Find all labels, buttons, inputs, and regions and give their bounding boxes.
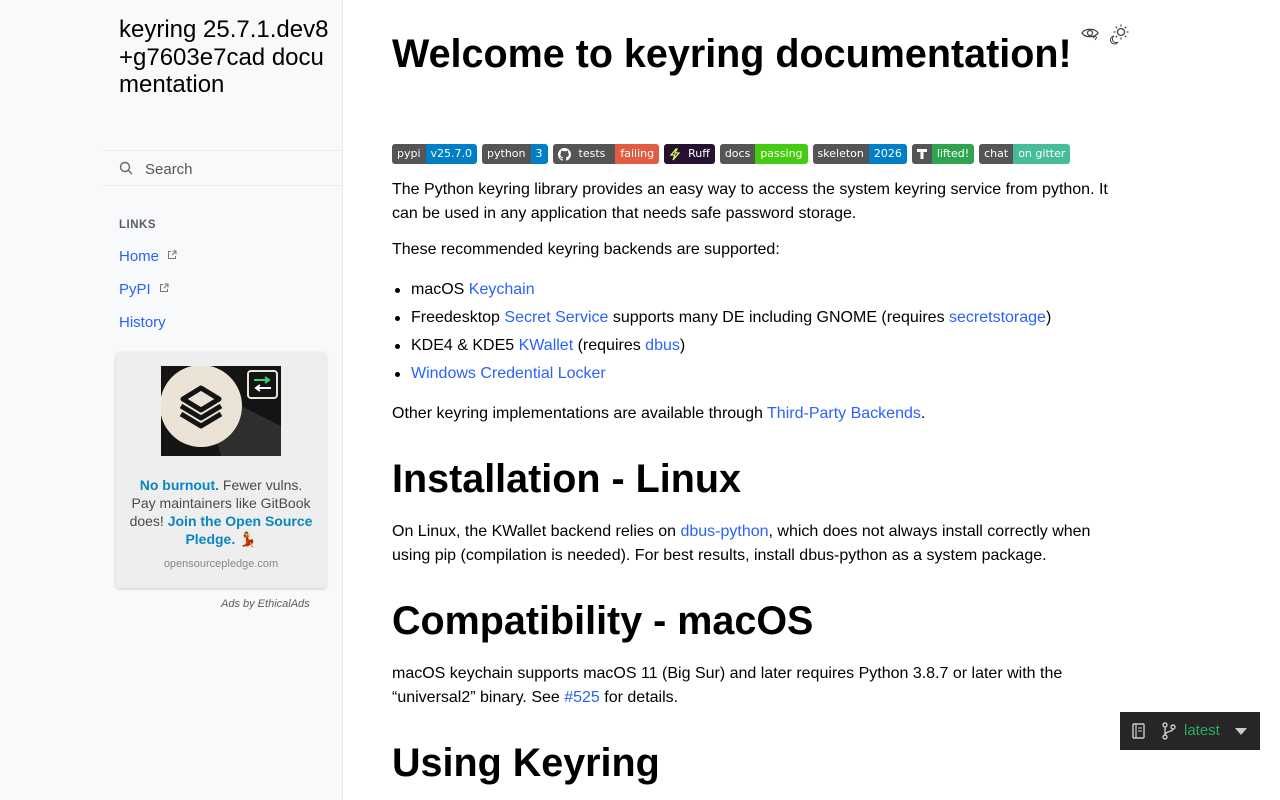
sidebar: keyring 25.7.1.dev8+g7603e7cad documenta… [0,0,343,800]
pypi-version-badge[interactable]: pypi v25.7.0 [392,144,478,164]
badge-label: docs [719,144,756,164]
list-text: supports many DE including GNOME (requir… [608,309,950,326]
sidebar-item-label: Home [119,248,160,265]
badge-label: chat [979,144,1014,164]
search-icon [119,161,133,175]
search-box[interactable] [103,150,343,187]
third-party-backends-link[interactable]: Third-Party Backends [767,405,921,422]
version-label[interactable]: latest [1184,722,1220,739]
heading-compatibility-macos: Compatibility - macOS [392,599,814,643]
badge-value: 3 [530,144,548,164]
badge-label-wrap [911,144,932,164]
secret-service-link[interactable]: Secret Service [504,309,608,326]
docs-status-badge[interactable]: docs passing [719,144,808,164]
tidelift-icon [916,149,927,159]
tidelift-badge[interactable]: lifted! [911,144,975,164]
ad-bold-lead[interactable]: No burnout. [140,477,219,493]
page-title: Welcome to keyring documentation! [392,32,1072,76]
badge-value: 2026 [868,144,907,164]
caret-down-icon[interactable] [1235,728,1247,735]
rtd-version-flyout[interactable]: latest [1120,712,1260,750]
ad-text[interactable]: No burnout. Fewer vulns. Pay maintainers… [128,476,314,548]
github-icon [557,147,571,161]
other-backends-paragraph: Other keyring implementations are availa… [392,402,1117,426]
badge-value: failing [615,144,660,164]
badge-label: pypi [392,144,426,164]
list-item: KDE4 & KDE5 KWallet (requires dbus) [392,332,1051,360]
heading-using-keyring: Using Keyring [392,741,660,785]
badge-label: tests [578,147,606,160]
ads-by-ethicalads-link[interactable]: Ads by EthicalAds [221,598,310,610]
paragraph-text: On Linux, the KWallet backend relies on [392,523,681,540]
intro-paragraph: The Python keyring library provides an e… [392,181,1108,222]
sidebar-item-history[interactable]: History [119,314,166,331]
tests-status-badge[interactable]: tests failing [552,144,660,164]
sidebar-item-label: History [119,314,166,331]
list-item: macOS Keychain [392,276,1051,304]
list-item: Freedesktop Secret Service supports many… [392,304,1051,332]
paragraph-text: Other keyring implementations are availa… [392,405,768,422]
badge-value: v25.7.0 [425,144,478,164]
external-link-icon [168,250,177,259]
install-paragraph: On Linux, the KWallet backend relies on … [392,520,1117,568]
keychain-link[interactable]: Keychain [469,281,535,298]
paragraph-text: for details. [599,689,679,706]
badge-label-wrap [664,144,684,164]
ad-domain[interactable]: opensourcepledge.com [116,558,326,570]
book-icon [1132,723,1145,739]
list-text: KDE4 & KDE5 [411,337,519,354]
ad-emoji: 💃 [239,531,257,547]
list-text: Freedesktop [411,309,505,326]
paragraph-text: macOS keychain supports macOS 11 (Big Su… [392,665,1063,706]
backends-list: macOS Keychain Freedesktop Secret Servic… [392,276,1051,388]
compat-paragraph: macOS keychain supports macOS 11 (Big Su… [392,662,1117,710]
sidebar-item-label: PyPI [119,281,151,298]
ethicalads-box[interactable]: No burnout. Fewer vulns. Pay maintainers… [116,352,326,588]
badge-label: python [482,144,531,164]
badge-label-wrap: tests [552,144,616,164]
badge-label: skeleton [812,144,869,164]
ad-image[interactable] [161,366,281,456]
dbus-python-link[interactable]: dbus-python [680,523,768,540]
list-text: ) [679,337,686,354]
ruff-badge[interactable]: Ruff [664,144,715,164]
python-version-badge[interactable]: python 3 [482,144,548,164]
sidebar-item-pypi[interactable]: PyPI [119,281,169,298]
sidebar-item-home[interactable]: Home [119,248,177,265]
search-input[interactable] [143,151,337,187]
site-brand-title[interactable]: keyring 25.7.1.dev8+g7603e7cad documenta… [119,16,334,99]
badge-value: passing [755,144,808,164]
list-text: ) [1045,309,1052,326]
chat-gitter-badge[interactable]: chat on gitter [979,144,1071,164]
paragraph-text: . [920,405,926,422]
secretstorage-link[interactable]: secretstorage [949,309,1046,326]
sidebar-caption-links: LINKS [119,219,156,231]
ruff-icon [669,147,681,160]
windows-credential-locker-link[interactable]: Windows Credential Locker [411,365,606,382]
skeleton-badge[interactable]: skeleton 2026 [812,144,907,164]
dbus-link[interactable]: dbus [645,337,680,354]
sun-icon[interactable] [1108,23,1130,45]
badge-value: Ruff [683,144,715,164]
badge-value: lifted! [931,144,975,164]
issue-525-link[interactable]: #525 [564,689,600,706]
badge-value: on gitter [1013,144,1071,164]
list-text: macOS [411,281,469,298]
list-text: (requires [573,337,646,354]
list-item: Windows Credential Locker [392,360,1051,388]
kwallet-link[interactable]: KWallet [519,337,574,354]
badge-row: pypi v25.7.0 python 3 tests failing Ruff… [392,144,1075,164]
external-link-icon [159,283,169,292]
heading-installation-linux: Installation - Linux [392,457,741,501]
git-branch-icon [1162,722,1176,740]
backends-intro: These recommended keyring backends are s… [392,241,780,258]
